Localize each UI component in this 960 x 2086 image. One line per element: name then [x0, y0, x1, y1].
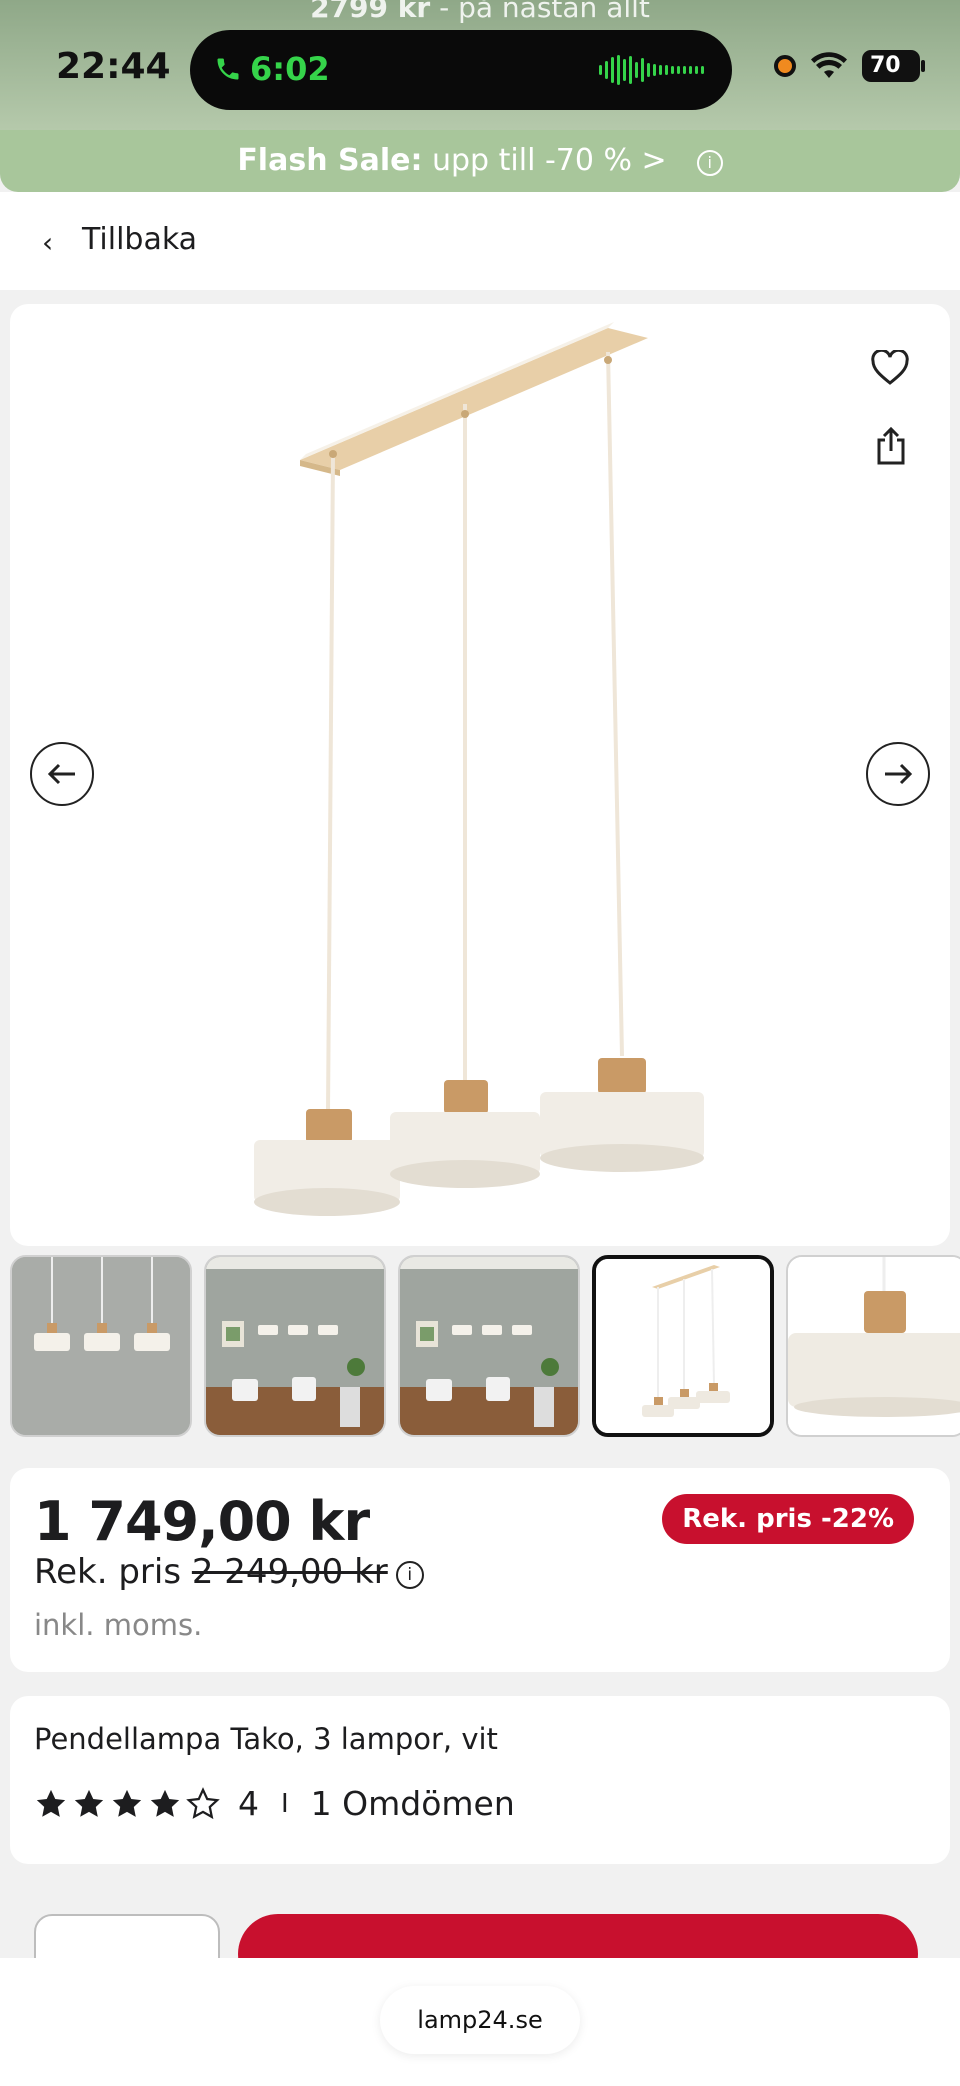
star-rating	[34, 1786, 220, 1821]
call-indicator: 6:02	[214, 50, 330, 88]
audio-wave-icon	[599, 54, 704, 86]
recommended-price-label: Rek. pris	[34, 1552, 182, 1592]
product-title-card: Pendellampa Tako, 3 lampor, vit 4 I 1 Om…	[10, 1696, 950, 1864]
chevron-left-icon[interactable]: ‹	[42, 226, 53, 259]
call-timer: 6:02	[250, 50, 330, 88]
thumbnail-strip	[10, 1255, 960, 1439]
flash-sale-title: Flash Sale:	[237, 143, 423, 178]
recording-dot-icon	[774, 55, 796, 77]
back-link[interactable]: Tillbaka	[82, 222, 197, 257]
previous-image-button[interactable]	[30, 742, 94, 806]
share-icon[interactable]	[874, 426, 908, 470]
vat-note: inkl. moms.	[34, 1608, 203, 1642]
star-filled-icon	[74, 1789, 104, 1817]
next-image-button[interactable]	[866, 742, 930, 806]
rating-value: 4	[238, 1784, 259, 1823]
arrow-right-icon	[885, 763, 913, 785]
info-icon[interactable]: i	[696, 150, 723, 176]
thumbnail-1[interactable]	[10, 1255, 192, 1437]
star-filled-icon	[36, 1789, 66, 1817]
reviews-link[interactable]: 1 Omdömen	[311, 1784, 515, 1823]
status-bar: 2799 kr - på nästan allt 22:44 6:02 70	[0, 0, 960, 130]
product-image-card	[10, 304, 950, 1246]
clock: 22:44	[56, 46, 171, 87]
browser-toolbar: lamp24.se	[0, 1958, 960, 2086]
flash-sale-banner[interactable]: Flash Sale: upp till -70 % > i	[0, 130, 960, 192]
thumbnail-4-selected[interactable]	[592, 1255, 774, 1437]
flash-sale-text: upp till -70 % >	[422, 143, 667, 178]
battery-icon: 70	[862, 50, 925, 82]
star-empty-icon	[186, 1786, 220, 1819]
wifi-icon	[811, 52, 847, 78]
rating-separator: I	[281, 1788, 289, 1819]
product-image[interactable]	[10, 304, 950, 1246]
info-icon[interactable]: i	[395, 1561, 424, 1589]
thumbnail-5[interactable]	[786, 1255, 960, 1437]
thumbnail-2[interactable]	[204, 1255, 386, 1437]
star-filled-icon	[150, 1789, 180, 1817]
system-icons: 70	[774, 50, 925, 82]
back-bar: ‹ Tillbaka	[0, 192, 960, 290]
discount-badge: Rek. pris -22%	[662, 1494, 914, 1544]
ghost-banner: 2799 kr - på nästan allt	[0, 0, 960, 24]
price-card: 1 749,00 kr Rek. pris 2 249,00 kr i inkl.…	[10, 1468, 950, 1672]
recommended-price: Rek. pris 2 249,00 kr i	[34, 1552, 424, 1592]
ghost-price: 2799 kr	[310, 0, 431, 24]
product-price: 1 749,00 kr	[34, 1490, 370, 1553]
rating-row[interactable]: 4 I 1 Omdömen	[34, 1784, 515, 1823]
wishlist-heart-icon[interactable]	[870, 348, 910, 390]
product-title: Pendellampa Tako, 3 lampor, vit	[34, 1722, 498, 1756]
star-filled-icon	[112, 1789, 142, 1817]
ghost-text: - på nästan allt	[430, 0, 650, 24]
arrow-left-icon	[47, 763, 75, 785]
dynamic-island[interactable]: 6:02	[190, 30, 732, 110]
url-bar[interactable]: lamp24.se	[380, 1986, 580, 2054]
thumbnail-3[interactable]	[398, 1255, 580, 1437]
add-to-cart-row	[0, 1890, 960, 1994]
recommended-price-value: 2 249,00 kr	[191, 1552, 388, 1592]
phone-icon	[217, 58, 239, 80]
